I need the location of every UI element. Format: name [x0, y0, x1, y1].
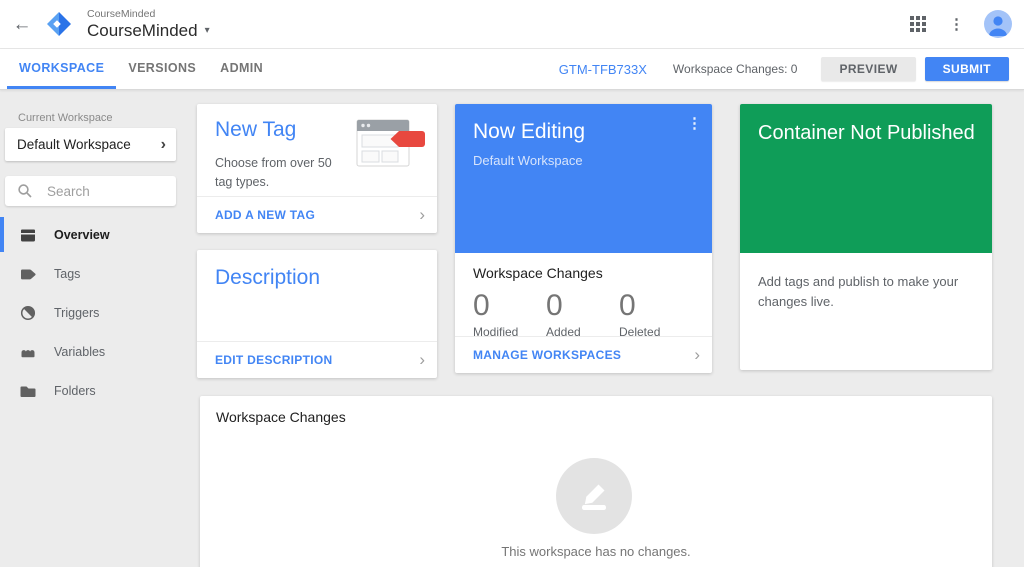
user-avatar[interactable]	[984, 10, 1012, 38]
overview-icon	[19, 226, 37, 244]
description-title: Description	[215, 266, 320, 290]
header-more-icon[interactable]: ⋮	[949, 15, 964, 33]
tag-icon	[19, 265, 37, 283]
sidebar-item-label: Overview	[54, 228, 110, 242]
added-count-value: 0	[546, 289, 619, 323]
new-tag-description: Choose from over 50 tag types.	[215, 154, 347, 192]
edit-description-action[interactable]: EDIT DESCRIPTION ›	[197, 341, 437, 378]
publish-status-banner: Container Not Published	[740, 104, 992, 253]
sidebar-item-variables[interactable]: Variables	[0, 332, 190, 371]
now-editing-card: Now Editing Default Workspace ⋮ Workspac…	[455, 104, 712, 373]
workspace-changes-count: Workspace Changes: 0	[673, 62, 798, 76]
tab-workspace[interactable]: WORKSPACE	[7, 49, 116, 89]
gtm-logo-icon	[46, 11, 72, 37]
deleted-count: 0 Deleted	[619, 289, 692, 339]
sidebar-item-label: Variables	[54, 345, 105, 359]
preview-button[interactable]: PREVIEW	[821, 57, 915, 81]
chevron-right-icon: ›	[419, 205, 425, 225]
container-name: CourseMinded	[87, 22, 198, 39]
empty-state-circle	[556, 458, 632, 534]
now-editing-title: Now Editing	[473, 120, 585, 144]
chevron-right-icon: ›	[419, 350, 425, 370]
empty-state-message: This workspace has no changes.	[200, 544, 992, 559]
current-workspace-label: Current Workspace	[18, 112, 113, 124]
workspace-selector[interactable]: Default Workspace ›	[5, 128, 176, 161]
modified-count-value: 0	[473, 289, 546, 323]
edit-description-label: EDIT DESCRIPTION	[215, 353, 332, 367]
chevron-down-icon: ▾	[205, 26, 210, 36]
sidebar-item-overview[interactable]: Overview	[0, 215, 190, 254]
sidebar-item-label: Folders	[54, 384, 96, 398]
back-icon[interactable]: ←	[0, 0, 44, 49]
submit-button[interactable]: SUBMIT	[925, 57, 1009, 81]
added-count: 0 Added	[546, 289, 619, 339]
new-tag-card: New Tag Choose from over 50 tag types. A…	[197, 104, 437, 233]
workspace-selector-name: Default Workspace	[17, 137, 131, 152]
publish-status-title: Container Not Published	[758, 122, 975, 145]
sidebar-search[interactable]	[5, 176, 176, 206]
add-new-tag-action[interactable]: ADD A NEW TAG ›	[197, 196, 437, 233]
tab-versions[interactable]: VERSIONS	[116, 49, 208, 89]
sidebar-item-label: Tags	[54, 267, 80, 281]
sidebar-item-label: Triggers	[54, 306, 99, 320]
account-name: CourseMinded	[87, 9, 210, 20]
publish-status-card: Container Not Published Add tags and pub…	[740, 104, 992, 370]
publish-status-message: Add tags and publish to make your change…	[758, 272, 970, 312]
tab-admin[interactable]: ADMIN	[208, 49, 275, 89]
now-editing-banner: Now Editing Default Workspace ⋮	[455, 104, 712, 253]
top-header: ← CourseMinded CourseMinded ▾ ⋮	[0, 0, 1024, 49]
sidebar-item-triggers[interactable]: Triggers	[0, 293, 190, 332]
sidebar: Current Workspace Default Workspace › Ov…	[0, 90, 190, 567]
chevron-right-icon: ›	[161, 136, 166, 154]
gtm-workspace-page: ← CourseMinded CourseMinded ▾ ⋮	[0, 0, 1024, 567]
workspace-changes-heading: Workspace Changes	[473, 265, 603, 281]
workspace-changes-panel: Workspace Changes This workspace has no …	[200, 396, 992, 567]
container-id-link[interactable]: GTM-TFB733X	[559, 62, 647, 77]
description-card: Description EDIT DESCRIPTION ›	[197, 250, 437, 378]
manage-workspaces-label: MANAGE WORKSPACES	[473, 348, 621, 362]
manage-workspaces-action[interactable]: MANAGE WORKSPACES ›	[455, 336, 712, 373]
changes-panel-title: Workspace Changes	[216, 409, 346, 425]
modified-count: 0 Modified	[473, 289, 546, 339]
deleted-count-value: 0	[619, 289, 692, 323]
search-input[interactable]	[45, 183, 155, 200]
search-icon	[17, 183, 33, 199]
now-editing-workspace: Default Workspace	[473, 153, 583, 168]
tab-bar: WORKSPACE VERSIONS ADMIN GTM-TFB733X Wor…	[0, 49, 1024, 90]
pencil-icon	[573, 475, 615, 517]
card-more-icon[interactable]: ⋮	[687, 114, 702, 132]
chevron-right-icon: ›	[694, 345, 700, 365]
variables-icon	[19, 343, 37, 361]
apps-grid-icon[interactable]	[909, 15, 927, 33]
new-tag-illustration-icon	[351, 118, 429, 170]
trigger-icon	[19, 304, 37, 322]
account-container-switcher[interactable]: CourseMinded CourseMinded ▾	[87, 9, 210, 40]
sidebar-item-tags[interactable]: Tags	[0, 254, 190, 293]
sidebar-item-folders[interactable]: Folders	[0, 371, 190, 410]
add-new-tag-label: ADD A NEW TAG	[215, 208, 315, 222]
new-tag-title: New Tag	[215, 118, 296, 142]
workspace-changes-summary: Workspace Changes 0 Modified 0 Added 0 D…	[455, 253, 712, 373]
folder-icon	[19, 382, 37, 400]
